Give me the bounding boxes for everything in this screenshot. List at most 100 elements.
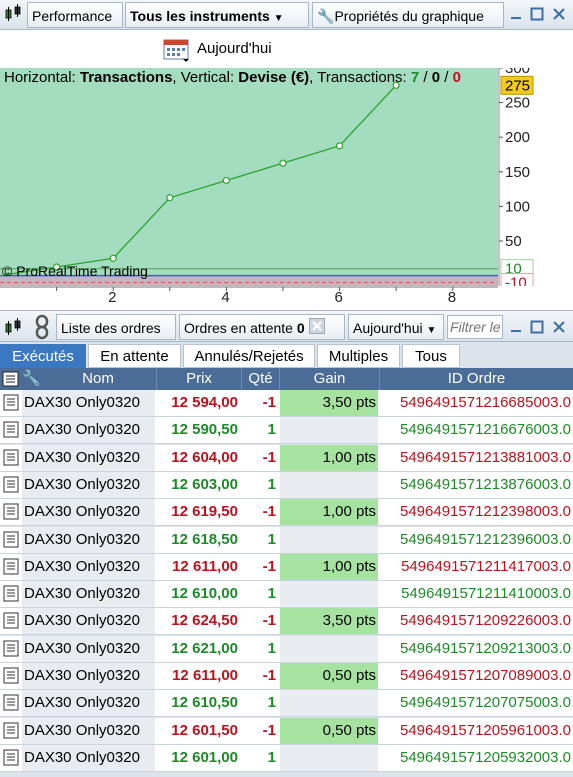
order-detail-icon[interactable] [0, 608, 22, 634]
order-detail-icon[interactable] [0, 390, 22, 416]
date-label[interactable]: Aujourd'hui [197, 40, 272, 57]
cell-prix: 12 619,50 [171, 503, 238, 521]
wrench-icon: 🔧 [317, 8, 335, 24]
cell-nom: DAX30 Only0320 [22, 390, 155, 416]
transactions-win-count: 7 [410, 69, 420, 86]
cell-gain: 0,50 pts [280, 663, 378, 689]
cell-nom: DAX30 Only0320 [22, 526, 155, 553]
calendar-icon[interactable] [163, 37, 191, 66]
order-detail-icon[interactable] [0, 718, 22, 744]
separator: / [440, 69, 453, 86]
order-detail-icon[interactable] [0, 554, 22, 580]
cell-prix: 12 624,50 [171, 612, 238, 630]
table-row[interactable]: DAX30 Only0320 12 621,00 1 5496491571209213… [0, 635, 573, 663]
cell-gain: 0,50 pts [280, 717, 378, 744]
pending-orders-button[interactable]: Ordres en attente 0 [179, 314, 345, 340]
separator: / [419, 69, 432, 86]
column-header-nom[interactable]: Nom [40, 368, 157, 390]
data-point [109, 254, 117, 262]
pending-orders-label: Ordres en attente [184, 320, 293, 336]
order-detail-icon[interactable] [0, 527, 22, 553]
data-point [222, 176, 230, 185]
cell-gain: 1,00 pts [280, 499, 378, 526]
table-row[interactable]: DAX30 Only0320 12 604,00 -1 1,00 pts 5496491… [0, 444, 573, 472]
link-icon[interactable] [32, 314, 52, 343]
cell-gain: 3,50 pts [280, 390, 378, 416]
x-tick-label: 8 [448, 289, 456, 306]
filter-input[interactable] [447, 315, 503, 339]
column-header-id-ordre[interactable]: ID Ordre [380, 368, 573, 390]
table-row[interactable]: DAX30 Only0320 12 618,50 1 5496491571212396… [0, 526, 573, 554]
maximize-icon[interactable] [529, 6, 545, 22]
chart-positive-area [0, 68, 498, 276]
performance-button[interactable]: Performance [27, 2, 123, 28]
order-detail-icon[interactable] [0, 663, 22, 689]
close-icon[interactable] [551, 319, 567, 335]
close-icon[interactable] [551, 6, 567, 22]
performance-chart: 50 100 150 200 250 300 275 10 -10 Horizontal: Tr… [0, 60, 573, 293]
table-row[interactable]: DAX30 Only0320 12 610,00 1 5496491571211410… [0, 581, 573, 609]
minimize-icon[interactable] [508, 319, 524, 335]
tab-annules-rejetes[interactable]: Annulés/Rejetés [183, 344, 315, 368]
minimize-icon[interactable] [508, 6, 524, 22]
vertical-prefix: , Vertical: [172, 69, 239, 86]
maximize-icon[interactable] [529, 319, 545, 335]
cell-prix: 12 618,50 [171, 530, 238, 548]
table-row[interactable]: DAX30 Only0320 12 590,50 1 5496491571216676… [0, 417, 573, 445]
column-header-gain[interactable]: Gain [280, 368, 380, 390]
order-detail-icon[interactable] [0, 690, 22, 716]
cell-qte: 1 [267, 639, 276, 657]
table-row[interactable]: DAX30 Only0320 12 594,00 -1 3,50 pts 5496491… [0, 390, 573, 417]
cell-prix: 12 611,00 [172, 557, 238, 575]
cell-id-ordre: 5496491571213876003.0 [399, 475, 571, 493]
tab-multiples[interactable]: Multiples [317, 344, 400, 368]
tab-en-attente[interactable]: En attente [88, 344, 181, 368]
table-row[interactable]: DAX30 Only0320 12 611,00 -1 1,00 pts 5496491… [0, 553, 573, 581]
cell-nom: DAX30 Only0320 [22, 717, 155, 744]
tab-executes[interactable]: Exécutés [0, 344, 86, 368]
order-detail-icon[interactable] [0, 636, 22, 662]
order-detail-icon[interactable] [0, 472, 22, 498]
table-row[interactable]: DAX30 Only0320 12 603,00 1 5496491571213876… [0, 471, 573, 499]
cell-nom: DAX30 Only0320 [22, 635, 155, 662]
cell-id-ordre: 5496491571216676003.0 [399, 421, 571, 439]
table-row[interactable]: DAX30 Only0320 12 624,50 -1 3,50 pts 5496491… [0, 608, 573, 636]
copyright-text: © ProRealTime Trading [2, 263, 148, 279]
column-header-qte[interactable]: Qté [242, 368, 280, 390]
date-dropdown[interactable]: Aujourd'hui ▼ [348, 314, 444, 340]
detail-icon[interactable] [0, 368, 22, 390]
column-header-prix[interactable]: Prix [157, 368, 242, 390]
x-tick-label: 4 [221, 289, 229, 306]
table-row[interactable]: DAX30 Only0320 12 610,50 1 5496491571207075… [0, 690, 573, 718]
order-detail-icon[interactable] [0, 417, 22, 443]
cell-gain [280, 581, 378, 608]
tab-tous[interactable]: Tous [402, 344, 460, 368]
cell-id-ordre: 5496491571211410003.0 [401, 585, 571, 603]
table-row[interactable]: DAX30 Only0320 12 619,50 -1 1,00 pts 5496491… [0, 499, 573, 527]
table-row[interactable]: DAX30 Only0320 12 601,50 -1 0,50 pts 5496491… [0, 717, 573, 745]
order-detail-icon[interactable] [0, 445, 22, 471]
cell-nom: DAX30 Only0320 [22, 581, 155, 608]
order-list-button[interactable]: Liste des ordres [56, 314, 176, 340]
order-toolbar: Liste des ordres Ordres en attente 0 Auj… [0, 310, 573, 342]
horizontal-axis-label: Transactions [79, 69, 173, 86]
cell-qte: 1 [267, 530, 276, 548]
level-minus10-badge: -10 [505, 275, 527, 286]
table-row[interactable]: DAX30 Only0320 12 601,00 1 5496491571205932… [0, 744, 573, 772]
chart-properties-button[interactable]: 🔧Propriétés du graphique [312, 2, 504, 28]
cell-gain [280, 690, 378, 717]
x-axis: 2 4 6 8 [0, 286, 573, 310]
cell-qte: -1 [262, 503, 276, 521]
order-detail-icon[interactable] [0, 581, 22, 607]
order-detail-icon[interactable] [0, 745, 22, 771]
cell-qte: -1 [262, 612, 276, 630]
order-tabs: Exécutés En attente Annulés/Rejetés Mult… [0, 342, 573, 368]
order-detail-icon[interactable] [0, 499, 22, 525]
cell-qte: 1 [267, 694, 276, 712]
cancel-all-icon[interactable] [308, 316, 325, 342]
instrument-dropdown[interactable]: Tous les instruments ▼ [125, 2, 309, 28]
table-row[interactable]: DAX30 Only0320 12 611,00 -1 0,50 pts 5496491… [0, 663, 573, 690]
cell-nom: DAX30 Only0320 [22, 744, 155, 771]
wrench-icon[interactable]: 🔧 [22, 368, 41, 390]
cell-prix: 12 603,00 [171, 475, 238, 493]
